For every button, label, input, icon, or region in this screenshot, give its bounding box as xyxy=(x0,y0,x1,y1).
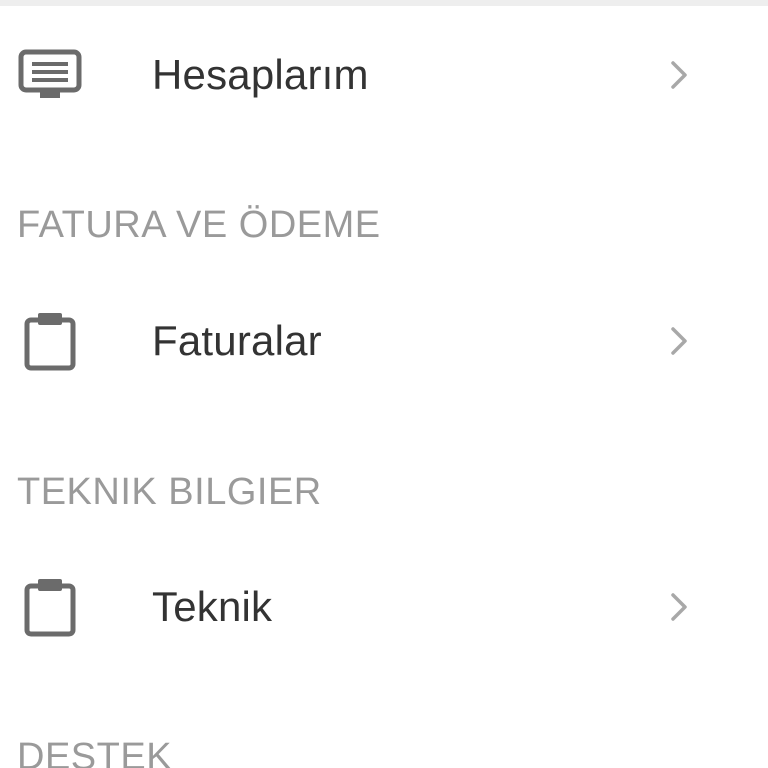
clipboard-icon xyxy=(18,309,82,373)
monitor-list-icon xyxy=(18,43,82,107)
menu-item-label: Teknik xyxy=(152,583,273,630)
chevron-right-icon xyxy=(664,321,694,361)
menu-page: Hesaplarım FATURA VE ÖDEME Faturalar TEK… xyxy=(0,0,768,768)
menu-item-invoices[interactable]: Faturalar xyxy=(0,286,768,396)
section-header-support: DESTEK xyxy=(17,736,173,768)
chevron-right-icon xyxy=(664,587,694,627)
menu-item-accounts[interactable]: Hesaplarım xyxy=(0,20,768,130)
section-header-billing: FATURA VE ÖDEME xyxy=(17,204,381,246)
chevron-right-icon xyxy=(664,55,694,95)
menu-item-label: Faturalar xyxy=(152,317,322,364)
section-header-technical-info: TEKNIK BILGIER xyxy=(17,471,322,513)
menu-item-technical[interactable]: Teknik xyxy=(0,552,768,662)
top-divider xyxy=(0,0,768,6)
menu-item-label: Hesaplarım xyxy=(152,51,369,98)
clipboard-icon xyxy=(18,575,82,639)
